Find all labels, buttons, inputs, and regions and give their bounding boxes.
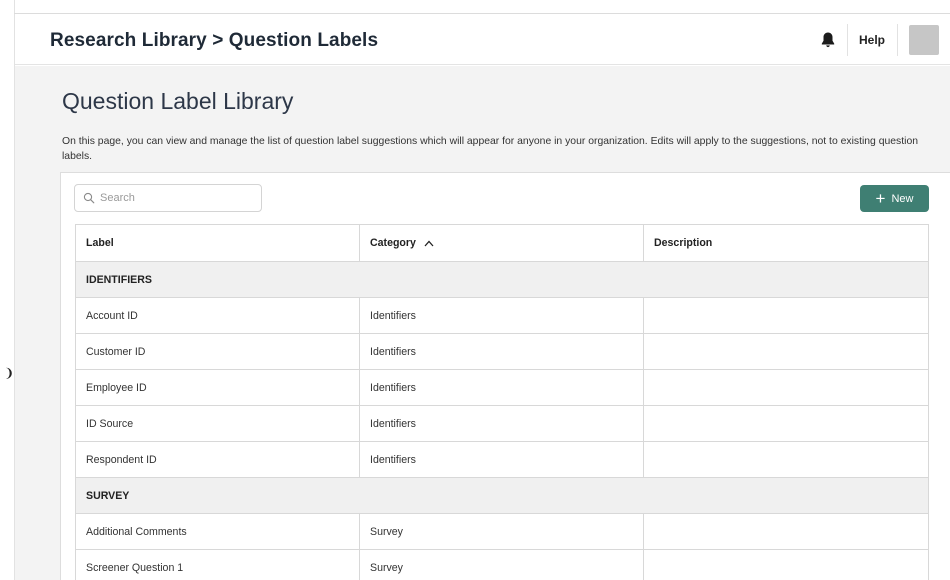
- group-row-identifiers: IDENTIFIERS: [75, 261, 929, 298]
- table-row[interactable]: Customer ID Identifiers: [75, 333, 929, 370]
- cell-category: Survey: [359, 549, 644, 580]
- cell-label: ID Source: [75, 405, 360, 442]
- cell-category: Survey: [359, 513, 644, 550]
- main-content: Question Label Library On this page, you…: [15, 66, 950, 580]
- cell-category: Identifiers: [359, 405, 644, 442]
- breadcrumb: Research Library > Question Labels: [50, 30, 379, 51]
- table-row[interactable]: Respondent ID Identifiers: [75, 441, 929, 478]
- help-button[interactable]: Help: [859, 33, 885, 47]
- cell-label: Respondent ID: [75, 441, 360, 478]
- cell-description: [643, 369, 929, 406]
- table-row[interactable]: Screener Question 1 Survey: [75, 549, 929, 580]
- search-input[interactable]: [100, 192, 250, 204]
- cell-label: Screener Question 1: [75, 549, 360, 580]
- cell-description: [643, 297, 929, 334]
- cell-label: Account ID: [75, 297, 360, 334]
- cell-category: Identifiers: [359, 297, 644, 334]
- edge-marker: ❩: [4, 366, 15, 380]
- top-bar: Research Library > Question Labels Help: [15, 14, 950, 65]
- question-label-table: Label Category Description IDENTIFIERS A…: [75, 224, 929, 580]
- cell-category: Identifiers: [359, 369, 644, 406]
- column-header-label[interactable]: Label: [75, 224, 360, 262]
- cell-category: Identifiers: [359, 441, 644, 478]
- table-row[interactable]: Additional Comments Survey: [75, 513, 929, 550]
- column-header-category[interactable]: Category: [359, 224, 644, 262]
- divider: [847, 24, 848, 56]
- group-row-survey: SURVEY: [75, 477, 929, 514]
- avatar[interactable]: [909, 25, 939, 55]
- cell-label: Customer ID: [75, 333, 360, 370]
- column-header-description[interactable]: Description: [643, 224, 929, 262]
- cell-description: [643, 549, 929, 580]
- new-button-label: New: [891, 192, 914, 205]
- divider: [897, 24, 898, 56]
- cell-description: [643, 405, 929, 442]
- page-title: Question Label Library: [62, 88, 294, 114]
- new-label-button[interactable]: + New: [860, 185, 929, 212]
- cell-description: [643, 333, 929, 370]
- bell-icon[interactable]: [820, 31, 836, 49]
- search-box[interactable]: [74, 184, 262, 212]
- table-header-row: Label Category Description: [75, 224, 929, 262]
- cell-description: [643, 513, 929, 550]
- cell-category: Identifiers: [359, 333, 644, 370]
- plus-icon: +: [875, 189, 886, 208]
- cell-label: Employee ID: [75, 369, 360, 406]
- table-row[interactable]: Account ID Identifiers: [75, 297, 929, 334]
- table-row[interactable]: Employee ID Identifiers: [75, 369, 929, 406]
- search-icon: [83, 192, 95, 204]
- page-description: On this page, you can view and manage th…: [62, 136, 919, 162]
- table-row[interactable]: ID Source Identifiers: [75, 405, 929, 442]
- cell-label: Additional Comments: [75, 513, 360, 550]
- chevron-up-icon: [424, 240, 434, 247]
- cell-description: [643, 441, 929, 478]
- label-table-card: + New Label Category Description IDENTIF…: [60, 172, 950, 580]
